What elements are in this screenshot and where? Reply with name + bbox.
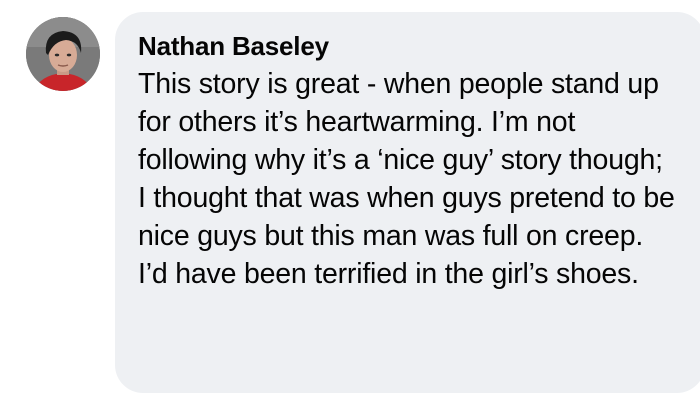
profile-photo-icon	[26, 17, 100, 91]
avatar[interactable]	[26, 17, 100, 91]
comment: Nathan Baseley This story is great - whe…	[0, 0, 700, 412]
comment-text: This story is great - when people stand …	[138, 68, 675, 290]
comment-bubble: Nathan Baseley This story is great - whe…	[115, 12, 700, 393]
comment-author[interactable]: Nathan Baseley	[138, 30, 685, 62]
